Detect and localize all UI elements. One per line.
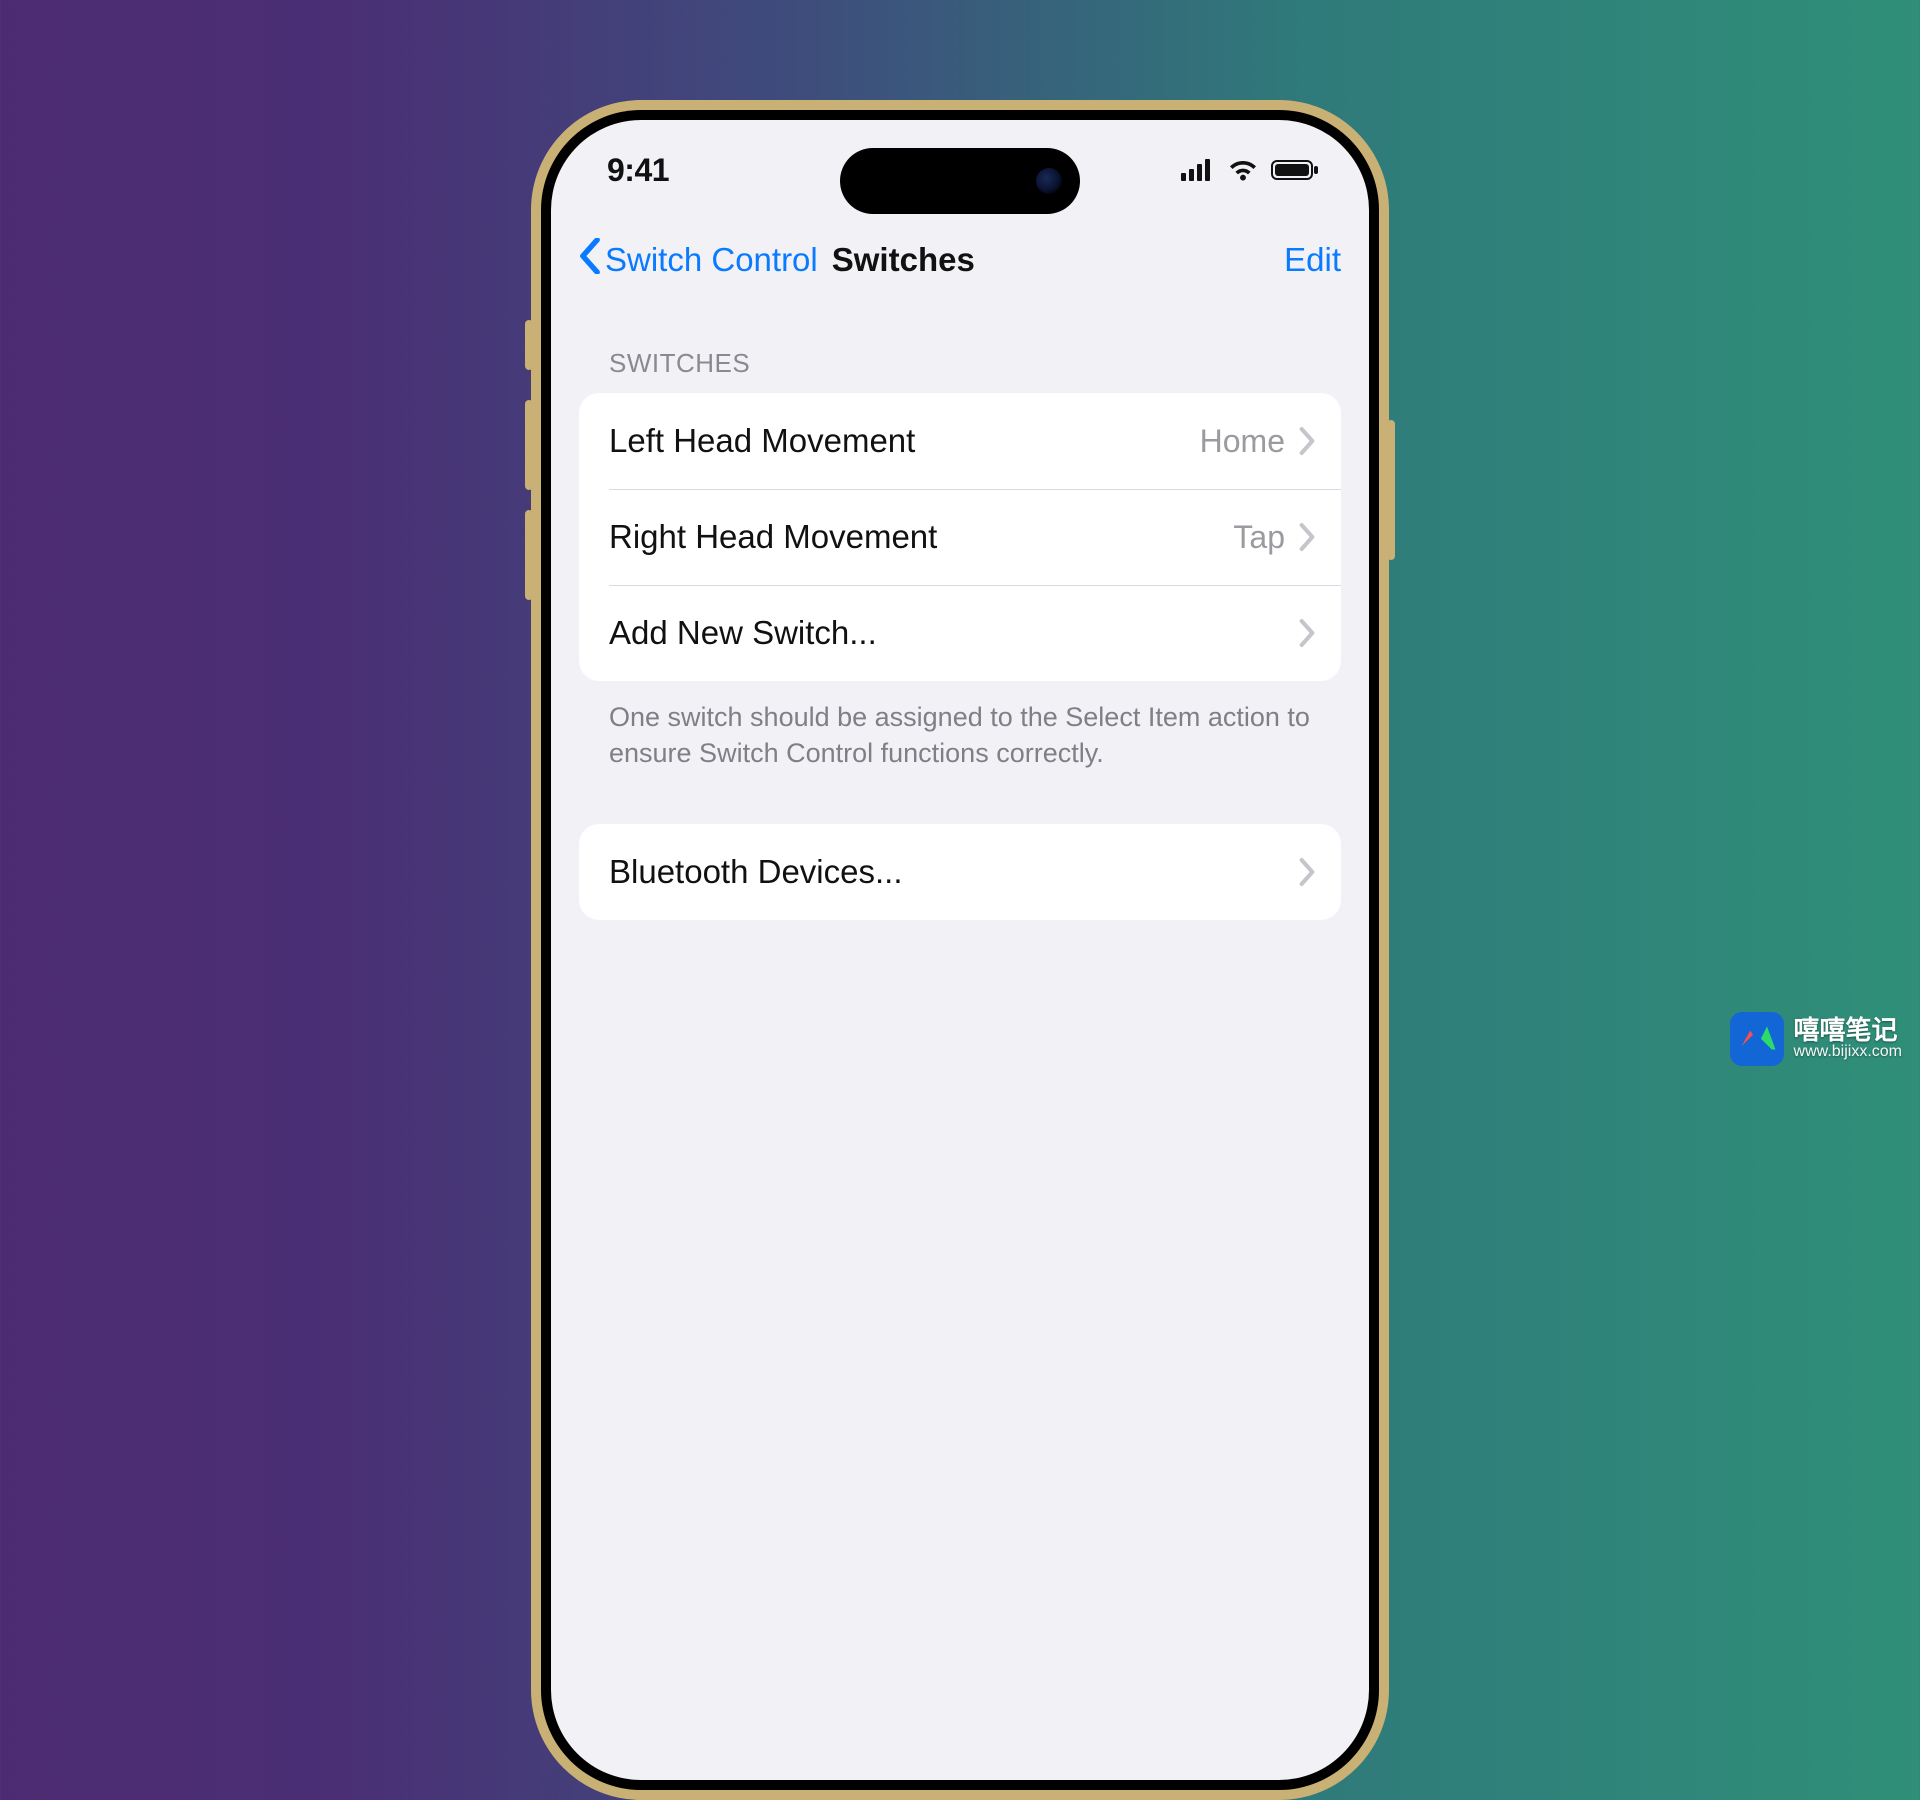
section-header-switches: SWITCHES bbox=[579, 320, 1341, 393]
watermark-name: 嘻嘻笔记 bbox=[1794, 1017, 1902, 1044]
volume-down-button bbox=[525, 510, 533, 600]
watermark: 嘻嘻笔记 www.bijixx.com bbox=[1730, 1012, 1902, 1066]
battery-icon bbox=[1271, 159, 1319, 181]
row-left-head-movement[interactable]: Left Head Movement Home bbox=[579, 393, 1341, 489]
chevron-right-icon bbox=[1299, 858, 1315, 886]
edit-button[interactable]: Edit bbox=[1284, 241, 1341, 279]
power-button bbox=[1387, 420, 1395, 560]
status-time: 9:41 bbox=[607, 152, 669, 189]
wifi-icon bbox=[1227, 159, 1259, 181]
watermark-url: www.bijixx.com bbox=[1794, 1044, 1902, 1061]
chevron-right-icon bbox=[1299, 619, 1315, 647]
section-footer-switches: One switch should be assigned to the Sel… bbox=[579, 681, 1341, 772]
back-label: Switch Control bbox=[605, 241, 818, 279]
group-bluetooth: Bluetooth Devices... bbox=[579, 824, 1341, 920]
row-value: Tap bbox=[1233, 519, 1285, 556]
mute-switch bbox=[525, 320, 533, 370]
row-add-new-switch[interactable]: Add New Switch... bbox=[579, 585, 1341, 681]
group-switches: Left Head Movement Home Right Head Movem… bbox=[579, 393, 1341, 681]
row-label: Left Head Movement bbox=[609, 422, 1200, 460]
chevron-right-icon bbox=[1299, 427, 1315, 455]
status-bar: 9:41 bbox=[551, 120, 1369, 220]
row-right-head-movement[interactable]: Right Head Movement Tap bbox=[579, 489, 1341, 585]
row-label: Right Head Movement bbox=[609, 518, 1233, 556]
back-button[interactable]: Switch Control bbox=[579, 238, 818, 282]
page-title: Switches bbox=[832, 241, 975, 279]
chevron-right-icon bbox=[1299, 523, 1315, 551]
chevron-left-icon bbox=[579, 238, 601, 282]
phone-screen: 9:41 bbox=[551, 120, 1369, 1780]
row-label: Add New Switch... bbox=[609, 614, 1299, 652]
nav-bar: Switch Control Switches Edit bbox=[551, 228, 1369, 292]
watermark-logo-icon bbox=[1730, 1012, 1784, 1066]
content-scroll[interactable]: SWITCHES Left Head Movement Home Right H… bbox=[551, 320, 1369, 1780]
row-value: Home bbox=[1200, 423, 1285, 460]
volume-up-button bbox=[525, 400, 533, 490]
row-bluetooth-devices[interactable]: Bluetooth Devices... bbox=[579, 824, 1341, 920]
phone-frame: 9:41 bbox=[531, 100, 1389, 1800]
row-label: Bluetooth Devices... bbox=[609, 853, 1299, 891]
cellular-icon bbox=[1181, 159, 1215, 181]
phone-bezel: 9:41 bbox=[541, 110, 1379, 1790]
